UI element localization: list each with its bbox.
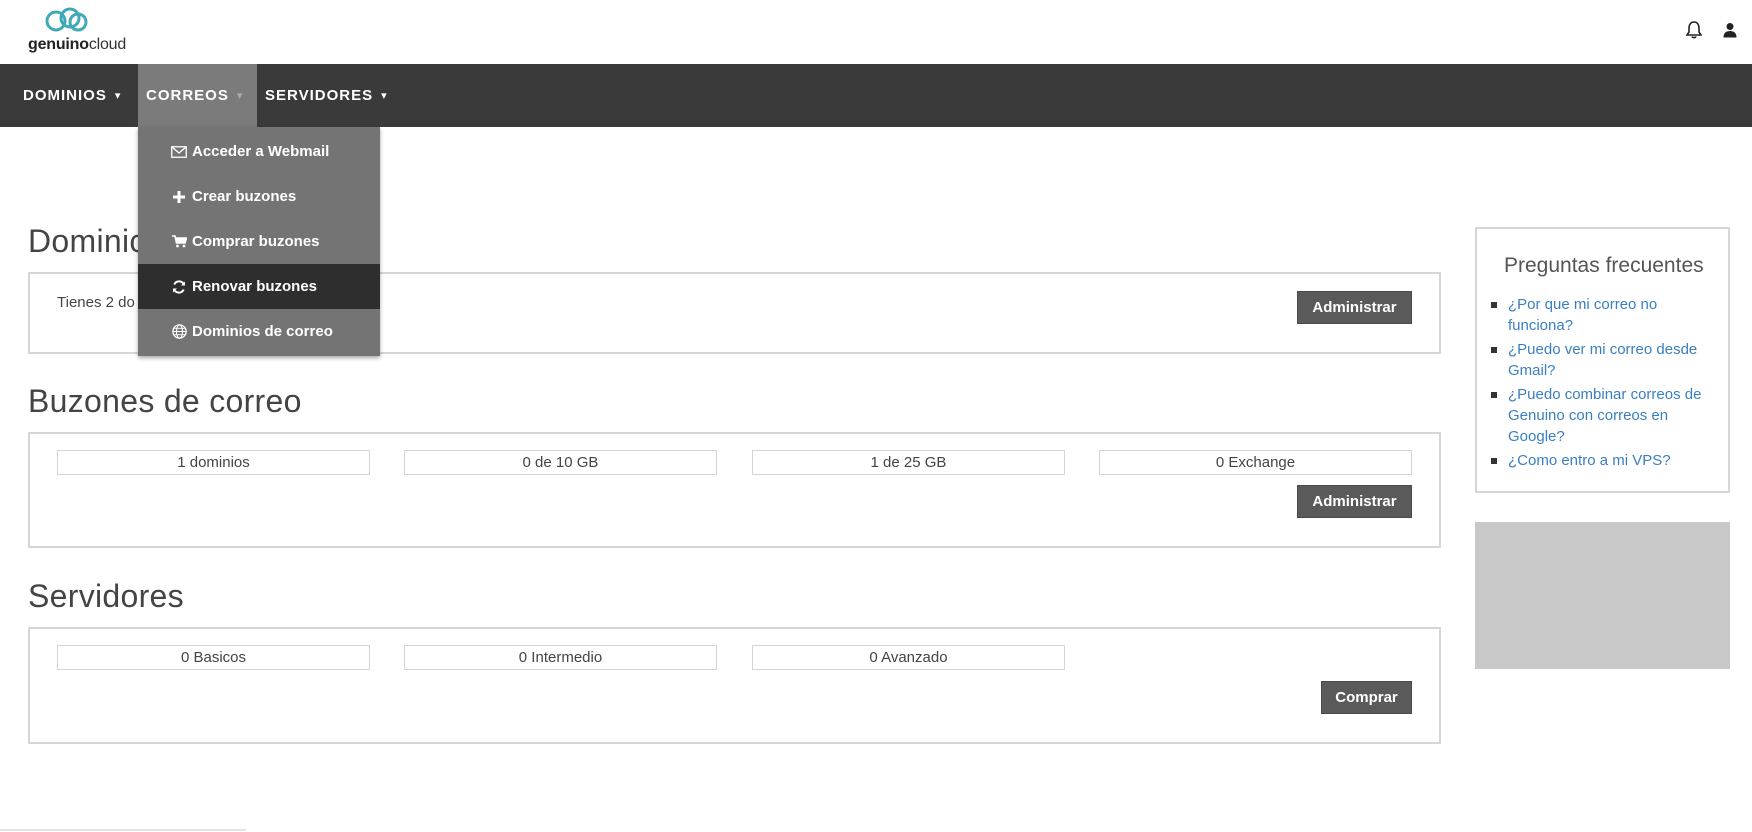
faq-list: ¿Por que mi correo no funciona? ¿Puedo v… (1487, 294, 1717, 474)
faq-link[interactable]: ¿Como entro a mi VPS? (1508, 452, 1671, 469)
faq-item: ¿Por que mi correo no funciona? (1487, 294, 1717, 336)
main-navbar: DOMINIOS ▾ CORREOS ▾ SERVIDORES ▾ (0, 64, 1752, 127)
logo-text: genuinocloud (28, 36, 126, 54)
menu-item-label: Comprar buzones (192, 233, 320, 250)
nav-servidores[interactable]: SERVIDORES ▾ (265, 64, 388, 127)
servidores-panel: 0 Basicos 0 Intermedio 0 Avanzado Compra… (28, 627, 1441, 744)
menu-item-dominios-correo[interactable]: Dominios de correo (138, 309, 380, 354)
chevron-down-icon: ▾ (114, 90, 122, 102)
stat-dominios: 1 dominios (57, 450, 370, 475)
divider (0, 829, 246, 831)
chevron-down-icon: ▾ (236, 90, 244, 102)
faq-item: ¿Puedo ver mi correo desde Gmail? (1487, 339, 1717, 381)
logo-rings-icon (45, 7, 88, 32)
refresh-icon (170, 279, 188, 294)
faq-link[interactable]: ¿Por que mi correo no funciona? (1508, 296, 1657, 334)
menu-item-label: Renovar buzones (192, 278, 318, 295)
section-title-dominios: Dominic (28, 223, 146, 259)
nav-dominios[interactable]: DOMINIOS ▾ (23, 64, 121, 127)
faq-item: ¿Puedo combinar correos de Genuino con c… (1487, 384, 1717, 447)
user-icon[interactable] (1720, 20, 1740, 40)
stat-avanzado: 0 Avanzado (752, 645, 1065, 670)
faq-item: ¿Como entro a mi VPS? (1487, 450, 1717, 471)
logo-text-bold: genuino (28, 36, 89, 53)
nav-servidores-label: SERVIDORES (265, 87, 374, 104)
menu-item-crear-buzones[interactable]: Crear buzones (138, 174, 380, 219)
nav-correos[interactable]: CORREOS ▾ (138, 64, 257, 127)
stat-exchange: 0 Exchange (1099, 450, 1412, 475)
comprar-servidores-button[interactable]: Comprar (1321, 681, 1412, 714)
correos-dropdown-menu: Acceder a Webmail Crear buzones Comprar … (138, 127, 380, 356)
top-header: genuinocloud (0, 0, 1752, 64)
faq-title: Preguntas frecuentes (1504, 254, 1704, 277)
ad-placeholder (1475, 522, 1730, 669)
menu-item-webmail[interactable]: Acceder a Webmail (138, 129, 380, 174)
faq-panel: Preguntas frecuentes ¿Por que mi correo … (1475, 227, 1730, 493)
header-icons (1684, 20, 1740, 40)
faq-link[interactable]: ¿Puedo combinar correos de Genuino con c… (1508, 386, 1701, 445)
section-title-buzones: Buzones de correo (28, 383, 302, 419)
menu-item-label: Acceder a Webmail (192, 143, 330, 160)
logo[interactable]: genuinocloud (26, 6, 146, 56)
stat-storage-25gb: 1 de 25 GB (752, 450, 1065, 475)
chevron-down-icon: ▾ (381, 90, 388, 102)
dominios-summary-text: Tienes 2 do (57, 294, 135, 311)
cart-icon (170, 235, 188, 248)
menu-item-comprar-buzones[interactable]: Comprar buzones (138, 219, 380, 264)
stat-intermedio: 0 Intermedio (404, 645, 717, 670)
administrar-buzones-button[interactable]: Administrar (1297, 485, 1412, 518)
section-title-servidores: Servidores (28, 578, 184, 614)
menu-item-label: Crear buzones (192, 188, 297, 205)
stat-basicos: 0 Basicos (57, 645, 370, 670)
faq-link[interactable]: ¿Puedo ver mi correo desde Gmail? (1508, 341, 1697, 379)
envelope-icon (170, 145, 188, 158)
plus-icon (170, 190, 188, 203)
nav-correos-label: CORREOS (146, 87, 229, 104)
menu-item-renovar-buzones[interactable]: Renovar buzones (138, 264, 380, 309)
bell-icon[interactable] (1684, 20, 1704, 40)
nav-dominios-label: DOMINIOS (23, 87, 107, 104)
globe-icon (170, 324, 188, 339)
buzones-panel: 1 dominios 0 de 10 GB 1 de 25 GB 0 Excha… (28, 432, 1441, 548)
stat-storage-10gb: 0 de 10 GB (404, 450, 717, 475)
logo-text-light: cloud (88, 36, 127, 53)
menu-item-label: Dominios de correo (192, 323, 333, 340)
administrar-dominios-button[interactable]: Administrar (1297, 291, 1412, 324)
